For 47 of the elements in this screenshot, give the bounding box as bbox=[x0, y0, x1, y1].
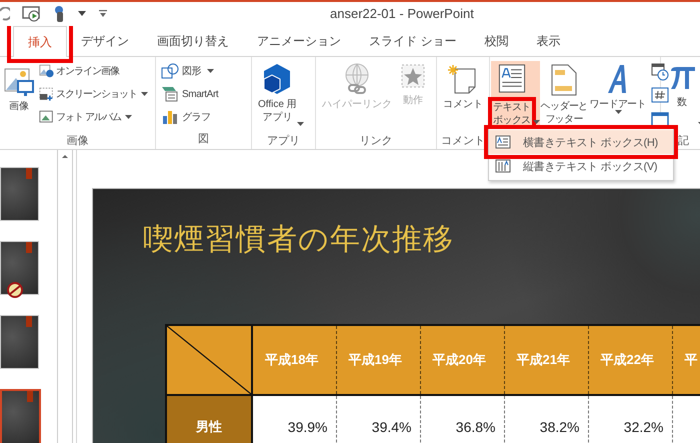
ribbon-button[interactable]: 数 bbox=[664, 61, 700, 133]
ribbon-button[interactable]: フォト アルバム bbox=[39, 107, 148, 127]
menu-item[interactable]: 縦書きテキスト ボックス(V) bbox=[489, 154, 673, 178]
group-label: 記 bbox=[677, 134, 690, 149]
slide-title: 喫煙習慣者の年次推移 bbox=[143, 222, 455, 258]
group-label: アプリ bbox=[266, 134, 301, 149]
ribbon-button[interactable]: グラフ bbox=[159, 107, 220, 127]
window-title: anser22-01 - PowerPoint bbox=[330, 6, 474, 21]
group-label: 図 bbox=[197, 132, 210, 147]
ribbon-tab[interactable]: アニメーション bbox=[243, 26, 355, 56]
column-header: 平成21年 bbox=[504, 325, 588, 395]
ribbon-tab[interactable]: 画面切り替え bbox=[143, 26, 243, 56]
ribbon-button[interactable]: SmartArt bbox=[159, 84, 220, 104]
button-label: ワードアート bbox=[590, 98, 646, 111]
button-label: ハイパーリンク bbox=[322, 98, 392, 111]
column-header: 平成18年 bbox=[252, 325, 336, 395]
ribbon-tab[interactable]: スライド ショー bbox=[355, 26, 470, 56]
column-header: 平 bbox=[672, 325, 700, 395]
table-cell: 32.2% bbox=[588, 395, 672, 443]
ribbon-button[interactable]: ワードアート bbox=[588, 61, 648, 133]
ribbon-button[interactable]: Office 用 アプリ bbox=[255, 61, 306, 133]
button-label: Office 用 アプリ bbox=[258, 98, 297, 124]
row-header: 男性 bbox=[166, 395, 252, 443]
column-header: 平成19年 bbox=[336, 325, 420, 395]
ribbon-tab[interactable]: 表示 bbox=[522, 26, 574, 56]
ribbon-tab[interactable]: デザイン bbox=[67, 26, 143, 56]
table-cell: 36.8% bbox=[420, 395, 504, 443]
ribbon-tab[interactable]: 校閲 bbox=[470, 26, 522, 56]
ribbon-button[interactable]: 画像 bbox=[1, 61, 37, 133]
group-label: コメント bbox=[440, 134, 486, 149]
table-cell: 39.4% bbox=[336, 395, 420, 443]
button-label: 画像 bbox=[9, 100, 29, 113]
table-cell: 39.9% bbox=[252, 395, 336, 443]
ribbon-button[interactable]: オンライン画像 bbox=[39, 61, 148, 81]
table-cell: 38.2% bbox=[504, 395, 588, 443]
ribbon-button[interactable]: コメント bbox=[440, 61, 486, 133]
button-label: 数 bbox=[677, 96, 687, 109]
column-header: 平成22年 bbox=[588, 325, 672, 395]
menu-item[interactable]: 横書きテキスト ボックス(H) bbox=[489, 130, 673, 154]
group-label: 画像 bbox=[66, 134, 90, 149]
column-header: 平成20年 bbox=[420, 325, 504, 395]
button-label: 動作 bbox=[403, 94, 423, 107]
ribbon-button[interactable]: 図形 bbox=[159, 61, 220, 81]
button-label: ヘッダーと フッター bbox=[540, 100, 588, 126]
button-label: コメント bbox=[443, 98, 483, 111]
ribbon-button[interactable]: スクリーンショット bbox=[39, 84, 148, 104]
group-label: リンク bbox=[358, 134, 394, 149]
